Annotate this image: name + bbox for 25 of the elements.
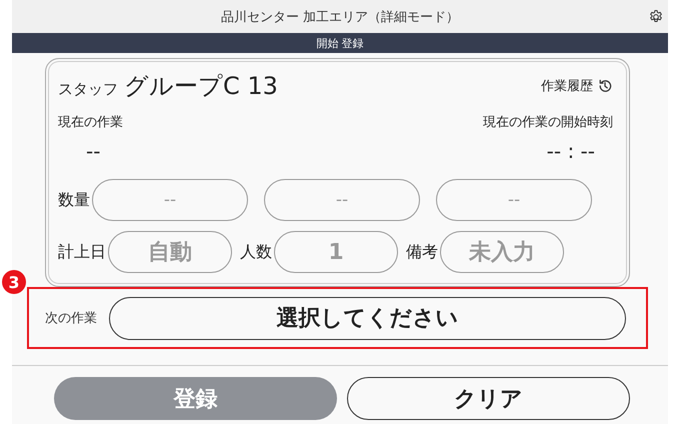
current-task-label: 現在の作業 — [58, 114, 123, 131]
field-label: 人数 — [240, 242, 272, 262]
banner-text: 開始 登録 — [316, 36, 364, 50]
clear-button[interactable]: クリア — [347, 377, 630, 420]
start-time-value: -- : -- — [546, 139, 596, 163]
staff-label: スタッフ — [58, 80, 118, 99]
window-title: 品川センター 加工エリア（詳細モード） — [220, 8, 460, 26]
field-label: 備考 — [406, 242, 438, 262]
quantity-field[interactable]: -- — [92, 179, 248, 221]
input-field[interactable]: 未入力 — [440, 231, 564, 273]
quantity-field[interactable]: -- — [436, 179, 592, 221]
quantity-label: 数量 — [58, 190, 90, 210]
settings-icon[interactable] — [648, 9, 664, 25]
input-field[interactable]: 自動 — [108, 231, 232, 273]
current-task-value: -- — [85, 139, 100, 163]
start-time-label: 現在の作業の開始時刻 — [483, 114, 613, 131]
quantity-field[interactable]: -- — [264, 179, 420, 221]
input-field[interactable]: 1 — [274, 231, 398, 273]
history-icon[interactable] — [597, 78, 613, 94]
field-label: 計上日 — [58, 242, 106, 262]
next-task-select[interactable]: 選択してください — [109, 296, 626, 340]
history-link[interactable]: 作業履歴 — [541, 77, 593, 95]
step-badge: 3 — [2, 270, 26, 294]
next-task-label: 次の作業 — [45, 310, 97, 327]
staff-name: グループC 13 — [124, 71, 278, 102]
